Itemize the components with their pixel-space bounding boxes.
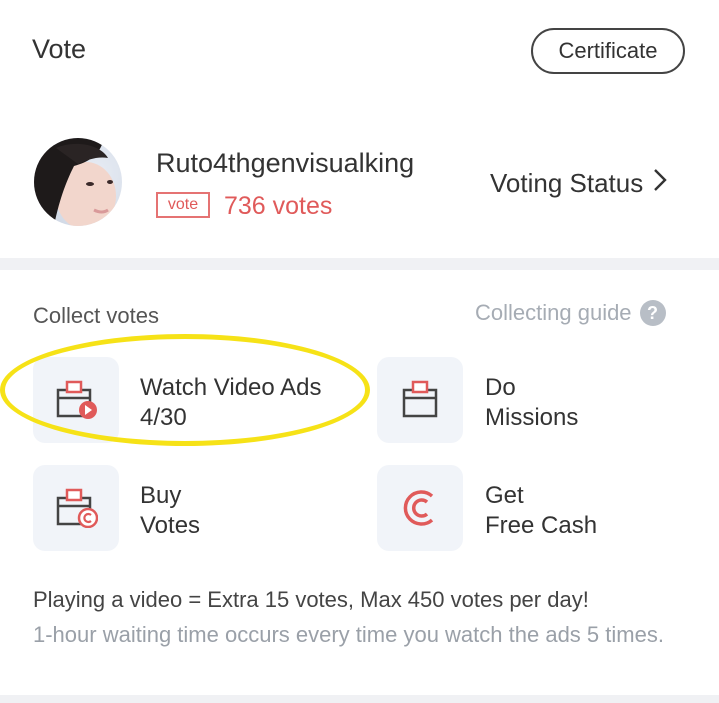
- option-subtitle: Missions: [485, 404, 579, 431]
- chevron-right-icon: [653, 168, 667, 199]
- collecting-guide-link[interactable]: Collecting guide ?: [475, 300, 666, 326]
- section-divider: [0, 258, 719, 270]
- username: Ruto4thgenvisualking: [156, 148, 415, 178]
- page-title: Vote: [32, 34, 87, 64]
- option-subtitle: Votes: [140, 512, 201, 539]
- collect-votes-heading: Collect votes: [33, 303, 159, 328]
- bottom-divider: [0, 695, 719, 703]
- help-icon: ?: [639, 300, 666, 326]
- option-title: Do: [485, 374, 516, 401]
- vote-badge: vote: [156, 192, 210, 218]
- buy-votes-icon: [33, 465, 119, 551]
- collecting-guide-label: Collecting guide: [475, 300, 632, 325]
- get-free-cash-option[interactable]: [377, 465, 463, 551]
- waiting-time-note: 1-hour waiting time occurs every time yo…: [33, 622, 664, 647]
- voting-status-link[interactable]: Voting Status: [490, 168, 667, 199]
- do-missions-option[interactable]: [377, 357, 463, 443]
- video-reward-note: Playing a video = Extra 15 votes, Max 45…: [33, 587, 589, 612]
- option-title: Get: [485, 482, 524, 509]
- free-cash-icon: [377, 465, 463, 551]
- buy-votes-option[interactable]: [33, 465, 119, 551]
- certificate-button[interactable]: Certificate: [531, 28, 685, 74]
- option-subtitle: Free Cash: [485, 512, 598, 539]
- avatar: [34, 138, 122, 226]
- ballot-box-icon: [377, 357, 463, 443]
- voting-status-label: Voting Status: [490, 168, 644, 198]
- buy-votes-label: Buy Votes: [140, 481, 200, 541]
- vote-count: 736 votes: [224, 192, 333, 220]
- do-missions-label: Do Missions: [485, 373, 578, 433]
- get-free-cash-label: Get Free Cash: [485, 481, 597, 541]
- option-title: Buy: [140, 482, 182, 509]
- highlight-ellipse: [0, 334, 370, 446]
